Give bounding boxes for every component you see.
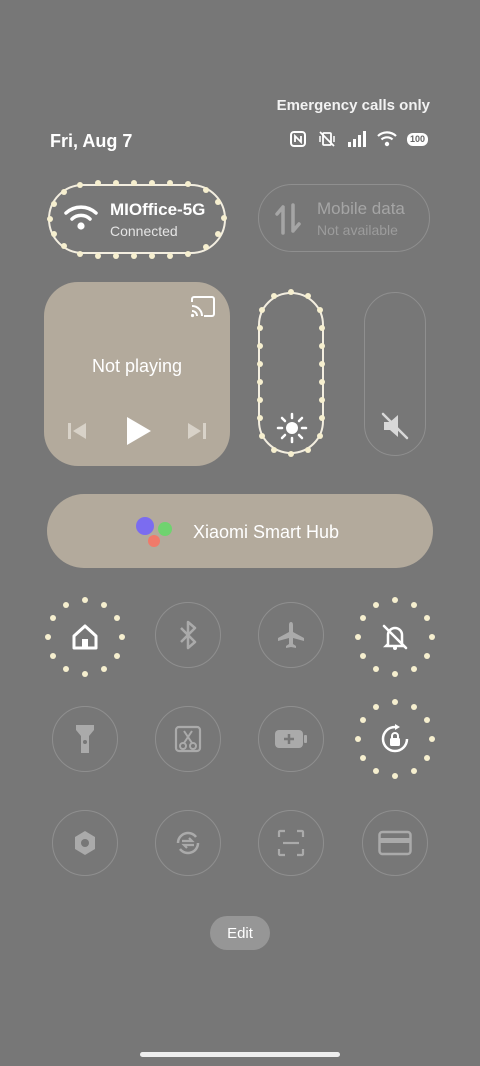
rotation-lock-icon (381, 724, 409, 753)
battery-saver-toggle[interactable] (258, 706, 324, 772)
media-status-text: Not playing (91, 356, 183, 376)
mute-toggle[interactable] (362, 604, 428, 670)
volume-slider[interactable] (364, 292, 426, 456)
card-icon (378, 830, 412, 856)
smart-hub-label: Xiaomi Smart Hub (193, 522, 340, 542)
home-icon (72, 624, 98, 650)
bluetooth-icon (180, 620, 197, 650)
previous-icon[interactable] (66, 420, 88, 442)
scanner-toggle[interactable] (258, 810, 324, 876)
next-icon[interactable] (186, 420, 208, 442)
settings-hex-toggle[interactable] (52, 810, 118, 876)
brightness-slider[interactable] (258, 292, 324, 454)
home-toggle[interactable] (52, 604, 118, 670)
mobile-data-title: Mobile data (317, 199, 405, 218)
mobile-data-tile[interactable]: Mobile data Not available (258, 184, 430, 252)
wifi-name: MIOffice-5G (110, 200, 206, 219)
status-icons: 100 (289, 130, 428, 148)
volume-muted-icon (381, 412, 409, 440)
play-icon[interactable] (124, 415, 152, 447)
mobile-data-state: Not available (317, 222, 398, 238)
data-transfer-icon (275, 203, 301, 235)
emergency-calls-text: Emergency calls only (276, 97, 430, 114)
signal-icon (347, 131, 366, 147)
wifi-icon (64, 205, 98, 230)
home-gesture-bar[interactable] (140, 1052, 340, 1057)
screenshot-toggle[interactable] (155, 706, 221, 772)
nfc-icon (289, 131, 306, 147)
screenshot-icon (174, 725, 202, 753)
brightness-icon (276, 412, 308, 444)
battery-saver-icon (275, 730, 307, 748)
date-text: Fri, Aug 7 (50, 131, 133, 151)
smart-hub-icon (136, 517, 172, 547)
wifi-icon (377, 131, 397, 147)
wifi-state: Connected (110, 223, 178, 239)
media-player-tile[interactable]: Not playing (44, 282, 230, 466)
rotation-lock-toggle[interactable] (362, 706, 428, 772)
bluetooth-toggle[interactable] (155, 602, 221, 668)
vibrate-off-icon (319, 131, 335, 147)
hexagon-settings-icon (75, 831, 95, 855)
scanner-icon (277, 829, 305, 857)
mute-icon (382, 624, 408, 650)
card-toggle[interactable] (362, 810, 428, 876)
smart-hub-button[interactable]: Xiaomi Smart Hub (47, 494, 433, 568)
airplane-toggle[interactable] (258, 602, 324, 668)
sync-icon (176, 831, 200, 855)
edit-button[interactable]: Edit (210, 916, 270, 950)
cast-icon[interactable] (190, 296, 216, 318)
wifi-tile[interactable]: MIOffice-5G Connected (48, 184, 226, 254)
flashlight-toggle[interactable] (52, 706, 118, 772)
flashlight-icon (76, 725, 94, 753)
battery-icon: 100 (406, 132, 428, 146)
airplane-icon (278, 622, 304, 648)
sync-toggle[interactable] (155, 810, 221, 876)
